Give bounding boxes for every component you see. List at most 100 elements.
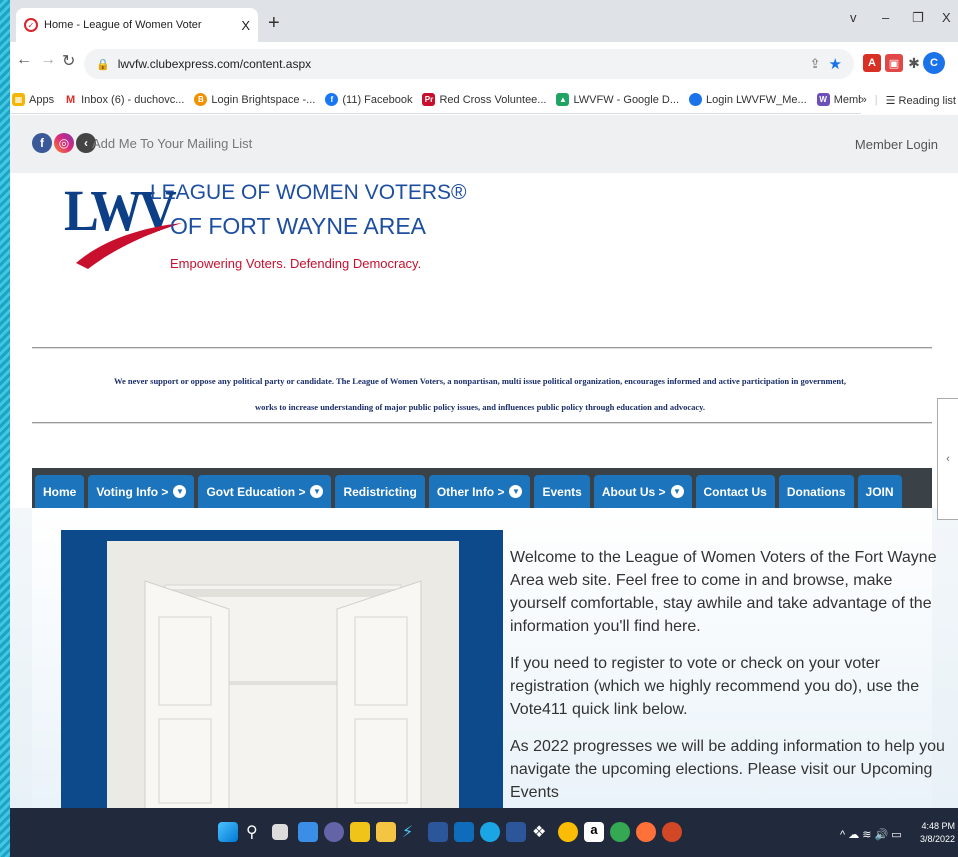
widgets-icon[interactable]	[298, 822, 318, 842]
chevron-down-icon: ▼	[173, 485, 187, 498]
more-bookmarks-icon[interactable]: »	[861, 94, 867, 106]
divider-bottom	[32, 422, 932, 424]
logo-swoosh-icon	[76, 223, 182, 269]
side-panel-toggle[interactable]: ‹	[937, 398, 958, 520]
logo-tagline: Empowering Voters. Defending Democracy.	[170, 256, 422, 271]
bookmark-apps[interactable]: ▦ Apps	[12, 93, 54, 106]
nav-redistricting[interactable]: Redistricting	[335, 475, 425, 508]
divider-top	[32, 347, 932, 349]
nav-events[interactable]: Events	[534, 475, 590, 508]
word-icon[interactable]	[506, 822, 526, 842]
logo-line-1: LEAGUE OF WOMEN VOTERS®	[150, 181, 467, 204]
brightspace-icon: B	[194, 93, 208, 106]
mailing-list-link[interactable]: Add Me To Your Mailing List	[92, 136, 252, 151]
bookmark-blue-icon	[689, 93, 703, 106]
google-drive-icon: ▲	[556, 93, 570, 106]
welcome-paragraph: Welcome to the League of Women Voters of…	[510, 549, 937, 635]
browser-tab[interactable]: ✓ Home - League of Women Voter X	[16, 8, 258, 42]
bookmark-purple-icon: W	[816, 93, 830, 106]
close-window-button[interactable]: X	[942, 10, 951, 25]
taskbar: ⚲ ⚡ ❖ a ^ ☁ ≋ 🔊 ▭ 4:48 PM 3/8/2022	[10, 808, 958, 857]
maps-icon[interactable]	[610, 822, 630, 842]
address-bar[interactable]: 🔒 lwvfw.clubexpress.com/content.aspx ⇪ ★	[84, 49, 854, 79]
extensions-puzzle-icon[interactable]: ✱	[905, 54, 923, 72]
facebook-icon: f	[325, 93, 339, 106]
register-paragraph: If you need to register to vote or check…	[510, 655, 920, 718]
clip-extension-icon[interactable]: ▣	[885, 54, 903, 72]
nav-home[interactable]: Home	[35, 475, 85, 508]
member-login-link[interactable]: Member Login	[855, 137, 938, 152]
file-explorer-icon[interactable]	[376, 822, 396, 842]
welcome-text: Welcome to the League of Women Voters of…	[510, 546, 950, 808]
dropbox-icon[interactable]: ❖	[532, 822, 552, 842]
closet-doors-image	[107, 541, 459, 808]
pdf-extension-icon[interactable]: A	[863, 54, 881, 72]
edge-icon[interactable]	[480, 822, 500, 842]
chevron-down-icon: ▼	[509, 485, 523, 498]
outlook-icon[interactable]	[428, 822, 448, 842]
calculator-icon[interactable]	[350, 822, 370, 842]
apps-grid-icon: ▦	[12, 93, 25, 106]
site-logo[interactable]: LWV LEAGUE OF WOMEN VOTERS® OF FORT WAYN…	[58, 177, 467, 282]
nav-about-us[interactable]: About Us > ▼	[593, 475, 692, 508]
back-arrow-icon[interactable]: ←	[16, 51, 32, 69]
bookmark-login-lwvfw[interactable]: Login LWVFW_Me...	[689, 93, 807, 106]
close-tab-icon[interactable]: X	[241, 18, 250, 33]
bookmark-brightspace[interactable]: B Login Brightspace -...	[194, 93, 315, 106]
firefox-icon[interactable]	[636, 822, 656, 842]
content-panel: Welcome to the League of Women Voters of…	[32, 508, 945, 808]
mail-icon[interactable]	[454, 822, 474, 842]
nav-voting-info[interactable]: Voting Info > ▼	[88, 475, 195, 508]
profile-avatar[interactable]: C	[923, 52, 945, 74]
content-area: Welcome to the League of Women Voters of…	[10, 508, 958, 808]
amazon-icon[interactable]: a	[584, 822, 604, 842]
lwv-favicon-icon: ✓	[24, 18, 38, 32]
bookmark-facebook[interactable]: f (11) Facebook	[325, 93, 412, 106]
events-paragraph: As 2022 progresses we will be adding inf…	[510, 738, 945, 801]
nav-govt-education[interactable]: Govt Education > ▼	[198, 475, 332, 508]
share-icon[interactable]: ⇪	[810, 56, 821, 72]
task-view-icon[interactable]	[272, 824, 288, 840]
nav-other-info[interactable]: Other Info > ▼	[428, 475, 531, 508]
forward-arrow-icon[interactable]: →	[40, 51, 56, 69]
tab-strip: ✓ Home - League of Women Voter X + v – ❐…	[10, 0, 958, 42]
bookmark-red-cross[interactable]: Pr Red Cross Voluntee...	[422, 93, 546, 106]
reading-list-icon: ☰	[885, 94, 899, 107]
url-text: lwvfw.clubexpress.com/content.aspx	[117, 57, 312, 71]
search-icon[interactable]: ⚲	[246, 822, 266, 842]
new-tab-button[interactable]: +	[268, 12, 280, 35]
menu-kebab-icon[interactable]: ⋮	[952, 52, 958, 69]
maximize-button[interactable]: ❐	[912, 10, 924, 26]
web-page: f ◎ ‹ Add Me To Your Mailing List Member…	[10, 115, 958, 808]
instagram-icon[interactable]: ◎	[54, 133, 74, 153]
bookmark-gmail[interactable]: M Inbox (6) - duchovc...	[64, 93, 184, 106]
tab-title: Home - League of Women Voter	[44, 19, 202, 31]
powerpoint-icon[interactable]	[662, 822, 682, 842]
clock[interactable]: 4:48 PM 3/8/2022	[920, 820, 955, 846]
bookmarks-bar: ▦ Apps M Inbox (6) - duchovc... B Login Bri…	[10, 86, 958, 114]
minimize-button[interactable]: –	[882, 10, 889, 25]
bookmark-star-icon[interactable]: ★	[829, 55, 842, 73]
browser-window: ✓ Home - League of Women Voter X + v – ❐…	[10, 0, 958, 857]
chrome-icon[interactable]	[558, 822, 578, 842]
nav-join[interactable]: JOIN	[857, 475, 902, 508]
mission-statement: We never support or oppose any political…	[113, 376, 847, 412]
main-nav: Home Voting Info > ▼ Govt Education > ▼ Re…	[32, 468, 932, 508]
redcross-icon: Pr	[422, 93, 436, 106]
site-top-bar: f ◎ ‹ Add Me To Your Mailing List Member…	[10, 115, 958, 173]
lock-icon: 🔒	[96, 58, 110, 71]
windows-start-icon[interactable]	[218, 822, 238, 842]
reading-list-button[interactable]: ☰ Reading list	[886, 94, 956, 107]
chat-icon[interactable]	[324, 822, 344, 842]
gmail-icon: M	[64, 93, 78, 106]
tab-search-chevron-icon[interactable]: v	[850, 10, 857, 25]
chevron-down-icon: ▼	[670, 485, 684, 498]
nav-donations[interactable]: Donations	[778, 475, 854, 508]
app-bolt-icon[interactable]: ⚡	[402, 822, 422, 842]
nav-contact-us[interactable]: Contact Us	[695, 475, 775, 508]
system-tray[interactable]: ^ ☁ ≋ 🔊 ▭	[840, 828, 902, 841]
reload-icon[interactable]: ↻	[62, 51, 75, 71]
chevron-down-icon: ▼	[310, 485, 324, 498]
facebook-icon[interactable]: f	[32, 133, 52, 153]
bookmark-google-drive[interactable]: ▲ LWVFW - Google D...	[556, 93, 679, 106]
